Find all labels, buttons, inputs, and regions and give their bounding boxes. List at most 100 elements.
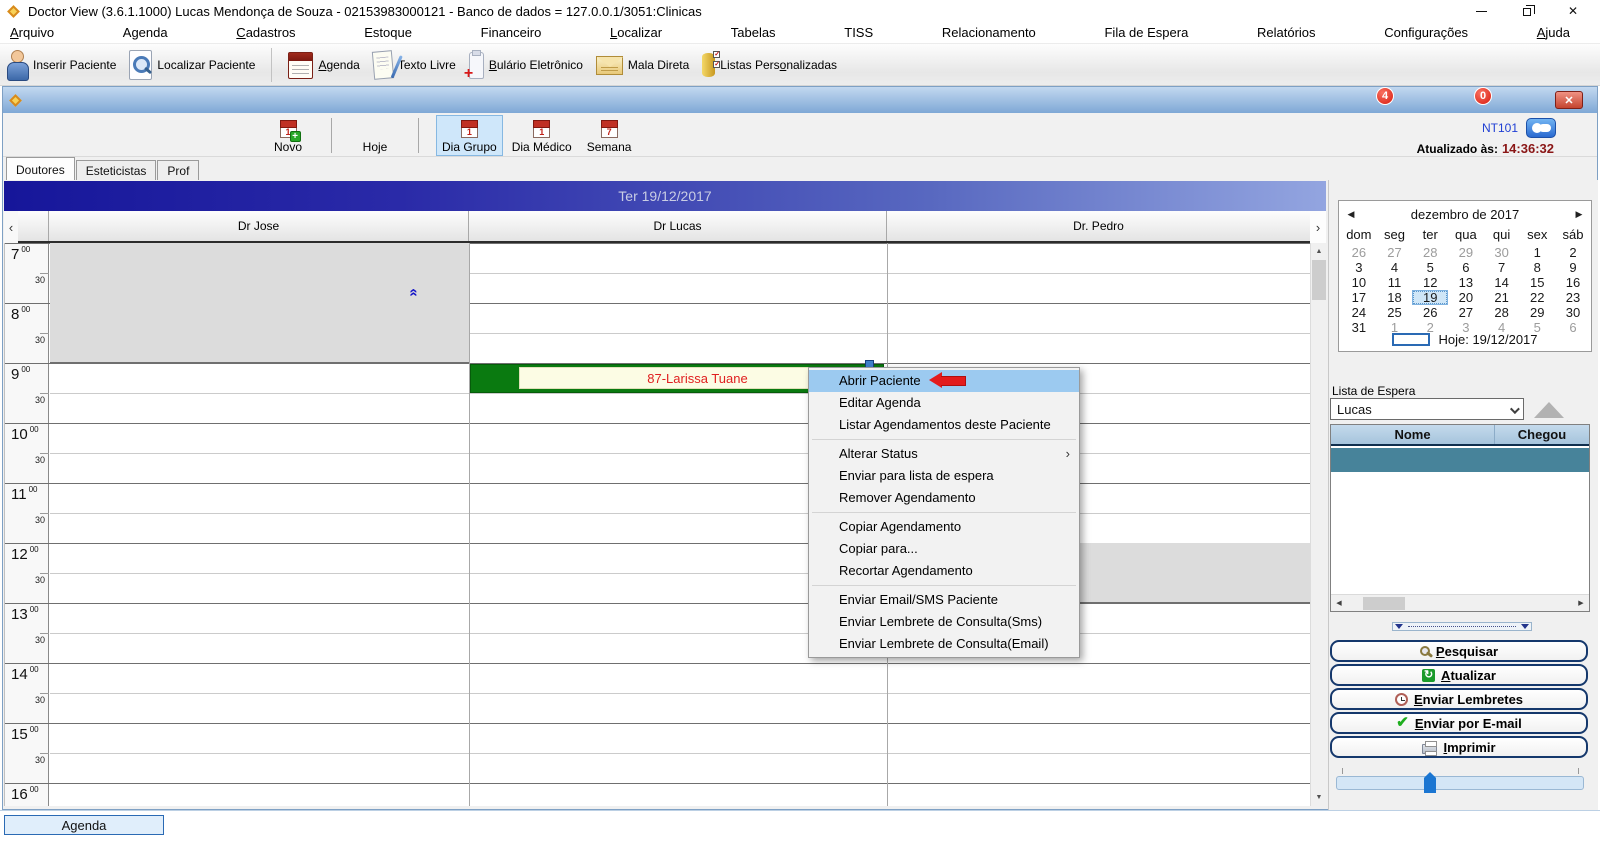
calendar-day[interactable]: 5 <box>1412 260 1448 275</box>
calendar-day[interactable]: 24 <box>1341 305 1377 320</box>
calendar-day[interactable]: 2 <box>1555 245 1591 260</box>
restore-button[interactable] <box>1504 0 1550 22</box>
menu-item-relacionamento[interactable]: Relacionamento <box>942 25 1036 40</box>
menu-item-configura-es[interactable]: Configurações <box>1384 25 1468 40</box>
tab-esteticistas[interactable]: Esteticistas <box>76 160 157 180</box>
context-menu-item-listar-agendamentos-deste-paciente[interactable]: Listar Agendamentos deste Paciente <box>809 414 1079 436</box>
calendar-day[interactable]: 28 <box>1412 245 1448 260</box>
terminal-contacts-icon[interactable] <box>1526 118 1556 138</box>
agenda-dock-tab[interactable]: Agenda <box>4 815 164 835</box>
button-enviar-lembretes[interactable]: Enviar Lembretes <box>1330 688 1588 710</box>
calendar-day[interactable]: 4 <box>1377 260 1413 275</box>
toolbar-button-agenda[interactable]: Agenda <box>286 45 361 85</box>
calendar-day[interactable]: 23 <box>1555 290 1591 305</box>
column-header-dr-lucas[interactable]: Dr Lucas <box>468 211 886 241</box>
calendar-day[interactable]: 7 <box>1484 260 1520 275</box>
context-menu-item-recortar-agendamento[interactable]: Recortar Agendamento <box>809 560 1079 582</box>
calendar-day[interactable]: 21 <box>1484 290 1520 305</box>
vertical-scrollbar[interactable]: ▲ ▼ <box>1310 243 1326 806</box>
scroll-columns-right-button[interactable]: › <box>1310 211 1326 243</box>
calendar-day[interactable]: 11 <box>1377 275 1413 290</box>
toolbar-button-mailing[interactable]: Mala Direta <box>594 45 691 85</box>
calendar-day[interactable]: 22 <box>1519 290 1555 305</box>
calendar-day[interactable]: 16 <box>1555 275 1591 290</box>
next-month-icon[interactable]: ▶ <box>1567 209 1591 220</box>
view-button-semana[interactable]: 7Semana <box>581 115 638 156</box>
menu-item-tabelas[interactable]: Tabelas <box>731 25 776 40</box>
context-menu-item-enviar-email-sms-paciente[interactable]: Enviar Email/SMS Paciente <box>809 589 1079 611</box>
scroll-right-icon[interactable]: ▶ <box>1573 599 1589 607</box>
calendar-day[interactable]: 3 <box>1341 260 1377 275</box>
menu-item-tiss[interactable]: TISS <box>844 25 873 40</box>
calendar-day[interactable]: 26 <box>1412 305 1448 320</box>
column-header-nome[interactable]: Nome <box>1331 425 1495 444</box>
context-menu-item-enviar-lembrete-de-consulta-sms-[interactable]: Enviar Lembrete de Consulta(Sms) <box>809 611 1079 633</box>
calendar-day[interactable]: 14 <box>1484 275 1520 290</box>
menu-item-estoque[interactable]: Estoque <box>364 25 412 40</box>
context-menu-item-enviar-lembrete-de-consulta-email-[interactable]: Enviar Lembrete de Consulta(Email) <box>809 633 1079 655</box>
minimize-button[interactable] <box>1458 0 1504 22</box>
calendar-day[interactable]: 9 <box>1555 260 1591 275</box>
calendar-day[interactable]: 27 <box>1448 305 1484 320</box>
toolbar-button-free-text[interactable]: Texto Livre <box>371 45 458 85</box>
view-button-hoje[interactable]: Hoje <box>349 115 401 156</box>
scroll-left-icon[interactable]: ◀ <box>1331 599 1347 607</box>
calendar-day[interactable]: 20 <box>1448 290 1484 305</box>
calendar-day[interactable]: 29 <box>1519 305 1555 320</box>
menu-item-arquivo[interactable]: Arquivo <box>10 25 54 40</box>
collapse-panel-button[interactable] <box>1534 402 1564 418</box>
calendar-day[interactable]: 18 <box>1377 290 1413 305</box>
calendar-day[interactable]: 17 <box>1341 290 1377 305</box>
horizontal-scrollbar[interactable]: ◀ ▶ <box>1331 594 1589 611</box>
context-menu-item-remover-agendamento[interactable]: Remover Agendamento <box>809 487 1079 509</box>
calendar-day-selected[interactable]: 19 <box>1412 290 1448 305</box>
view-button-novo[interactable]: 1+Novo <box>262 115 314 156</box>
column-header-dr-jose[interactable]: Dr Jose <box>48 211 468 241</box>
scroll-up-icon[interactable]: ▲ <box>1311 243 1327 260</box>
selected-empty-row[interactable] <box>1331 448 1589 472</box>
calendar-day[interactable]: 26 <box>1341 245 1377 260</box>
button-atualizar[interactable]: ↻Atualizar <box>1330 664 1588 686</box>
calendar-day[interactable]: 29 <box>1448 245 1484 260</box>
calendar-day[interactable]: 10 <box>1341 275 1377 290</box>
button-pesquisar[interactable]: Pesquisar <box>1330 640 1588 662</box>
menu-item-ajuda[interactable]: Ajuda <box>1537 25 1570 40</box>
previous-month-icon[interactable]: ◀ <box>1339 209 1363 220</box>
menu-item-agenda[interactable]: Agenda <box>123 25 168 40</box>
column-header-chegou[interactable]: Chegou <box>1495 425 1589 444</box>
toolbar-button-find-patient[interactable]: Localizar Paciente <box>127 45 257 85</box>
calendar-day[interactable]: 12 <box>1412 275 1448 290</box>
context-menu-item-alterar-status[interactable]: Alterar Status› <box>809 443 1079 465</box>
menu-item-localizar[interactable]: Localizar <box>610 25 662 40</box>
calendar-day[interactable]: 6 <box>1448 260 1484 275</box>
calendar-day[interactable]: 28 <box>1484 305 1520 320</box>
button-enviar-por-e-mail[interactable]: ✔Enviar por E-mail <box>1330 712 1588 734</box>
calendar-day[interactable]: 1 <box>1519 245 1555 260</box>
button-imprimir[interactable]: Imprimir <box>1330 736 1588 758</box>
tab-doutores[interactable]: Doutores <box>6 157 75 180</box>
calendar-day[interactable]: 15 <box>1519 275 1555 290</box>
hscrollbar-thumb[interactable] <box>1363 597 1405 610</box>
tab-prof[interactable]: Prof <box>157 160 199 180</box>
context-menu-item-abrir-paciente[interactable]: Abrir Paciente <box>809 370 1079 392</box>
calendar-day[interactable]: 8 <box>1519 260 1555 275</box>
context-menu-item-copiar-para-[interactable]: Copiar para... <box>809 538 1079 560</box>
menu-item-relat-rios[interactable]: Relatórios <box>1257 25 1316 40</box>
close-button[interactable]: ✕ <box>1550 0 1596 22</box>
view-button-dia-m-dico[interactable]: 1Dia Médico <box>506 115 578 156</box>
calendar-day[interactable]: 30 <box>1484 245 1520 260</box>
context-menu-item-copiar-agendamento[interactable]: Copiar Agendamento <box>809 516 1079 538</box>
context-menu-item-enviar-para-lista-de-espera[interactable]: Enviar para lista de espera <box>809 465 1079 487</box>
schedule-grid[interactable]: 7003080030900301000301100301200301300301… <box>4 243 1310 806</box>
scroll-down-icon[interactable]: ▼ <box>1311 789 1327 806</box>
scroll-columns-left-button[interactable]: ‹ <box>4 211 18 243</box>
scrollbar-thumb[interactable] <box>1312 260 1326 300</box>
calendar-day[interactable]: 13 <box>1448 275 1484 290</box>
wait-list-dropdown[interactable]: Lucas <box>1330 398 1524 420</box>
zoom-slider-track[interactable] <box>1336 776 1584 790</box>
column-header-dr-pedro[interactable]: Dr. Pedro <box>886 211 1310 241</box>
view-button-dia-grupo[interactable]: 1Dia Grupo <box>436 115 503 156</box>
toolbar-button-custom-lists[interactable]: ✓✓Listas Personalizadas <box>700 45 839 85</box>
context-menu-item-editar-agenda[interactable]: Editar Agenda <box>809 392 1079 414</box>
agenda-close-button[interactable]: ✕ <box>1555 91 1583 109</box>
